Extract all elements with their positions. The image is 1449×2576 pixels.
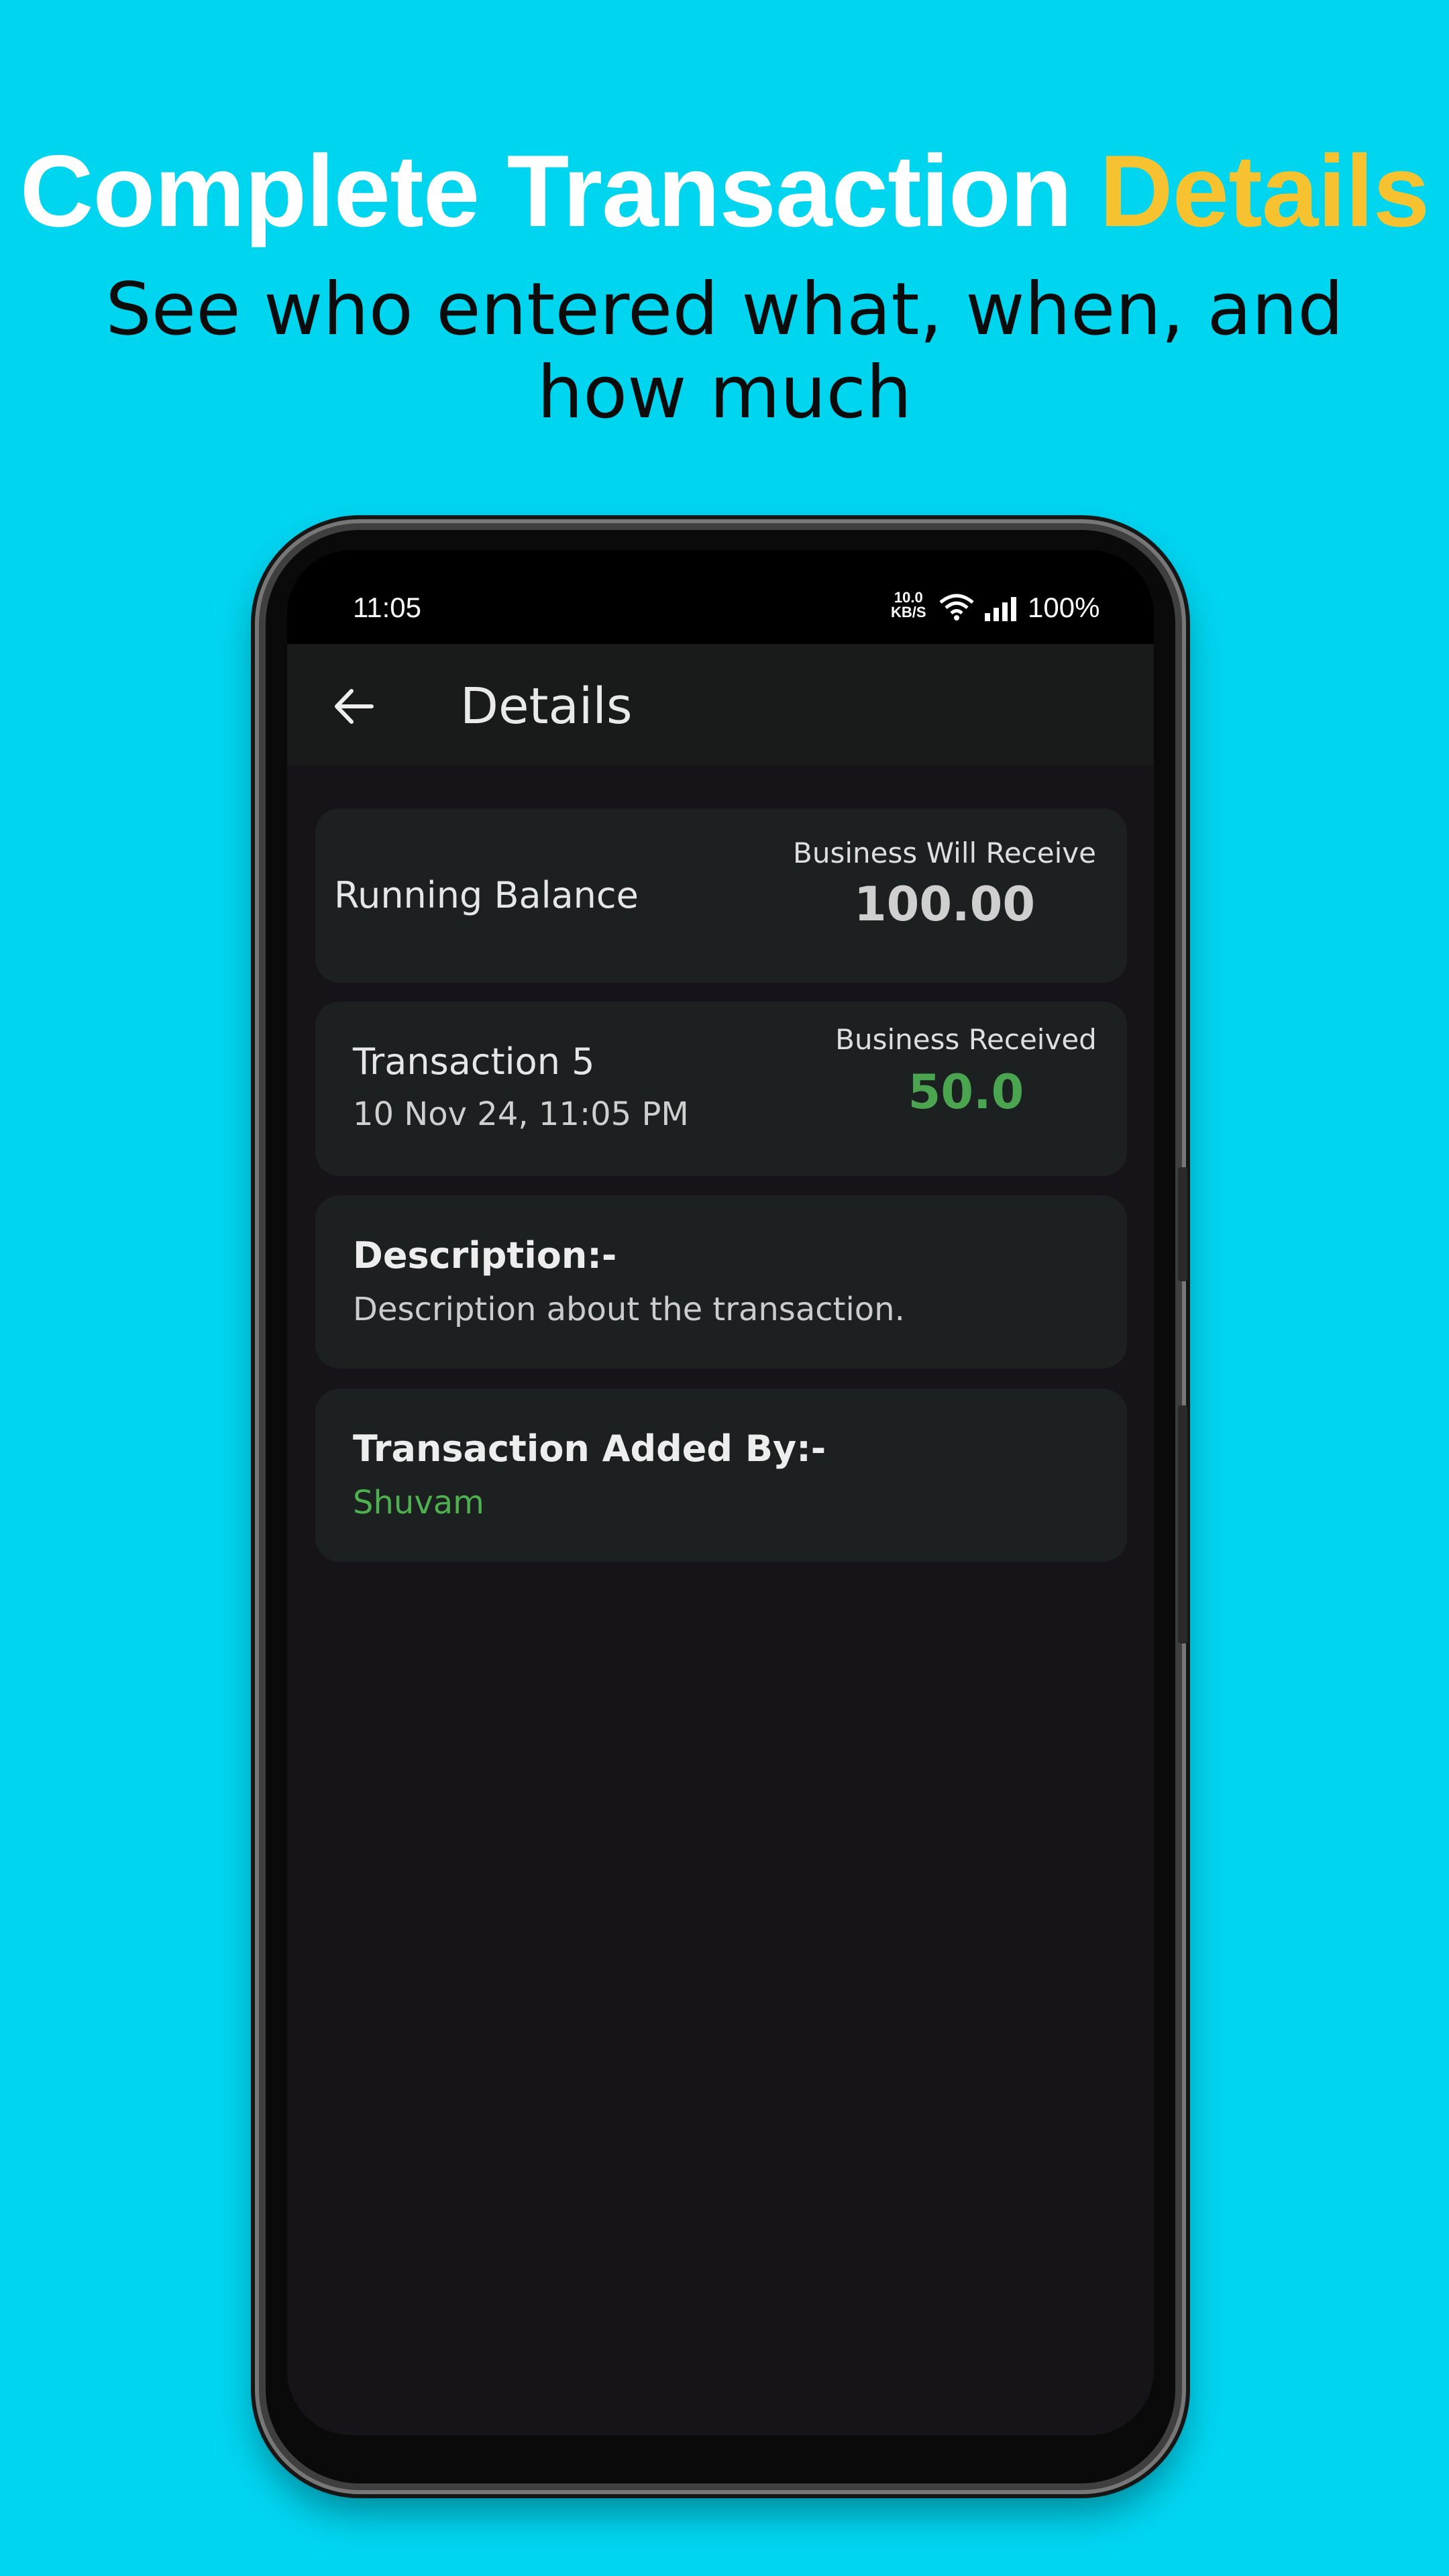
- description-text: Description about the transaction.: [353, 1291, 905, 1328]
- transaction-status-label: Business Received: [835, 1023, 1097, 1056]
- signal-icon: [983, 596, 1018, 628]
- net-speed-value: 10.0: [894, 589, 923, 606]
- balance-status-label: Business Will Receive: [793, 837, 1096, 869]
- status-time: 11:05: [353, 592, 421, 623]
- running-balance-amount: 100.00: [853, 877, 1036, 932]
- net-speed-indicator: 10.0 KB/S: [891, 590, 926, 620]
- added-by-heading: Transaction Added By:-: [353, 1428, 826, 1470]
- transaction-title: Transaction 5: [353, 1040, 595, 1083]
- headline-accent: Details: [1099, 134, 1430, 248]
- running-balance-label: Running Balance: [334, 874, 639, 916]
- transaction-amount: 50.0: [908, 1065, 1024, 1120]
- phone-screen: 11:05 10.0 KB/S 100% Details Running Bal…: [287, 550, 1154, 2435]
- added-by-card: Transaction Added By:- Shuvam: [315, 1389, 1127, 1562]
- headline-main: Complete Transaction: [19, 134, 1073, 248]
- phone-volume-button: [1178, 1167, 1187, 1281]
- running-balance-card: Running Balance Business Will Receive 10…: [315, 808, 1127, 983]
- description-heading: Description:-: [353, 1234, 617, 1277]
- battery-percent: 100%: [1028, 592, 1100, 623]
- transaction-date: 10 Nov 24, 11:05 PM: [353, 1095, 689, 1133]
- wifi-icon: [938, 592, 975, 628]
- phone-power-button: [1178, 1405, 1187, 1644]
- description-card: Description:- Description about the tran…: [315, 1195, 1127, 1368]
- added-by-name: Shuvam: [353, 1484, 484, 1521]
- promo-headline: Complete Transaction Details: [0, 134, 1449, 248]
- promo-subheadline: See who entered what, when, and how much: [105, 268, 1344, 435]
- status-bar: 11:05 10.0 KB/S 100%: [287, 550, 1154, 644]
- net-speed-unit: KB/S: [891, 604, 926, 621]
- transaction-card[interactable]: Transaction 5 10 Nov 24, 11:05 PM Busine…: [315, 1002, 1127, 1176]
- back-arrow-icon[interactable]: [331, 684, 376, 729]
- app-bar: Details: [287, 644, 1154, 765]
- page-title: Details: [460, 678, 633, 735]
